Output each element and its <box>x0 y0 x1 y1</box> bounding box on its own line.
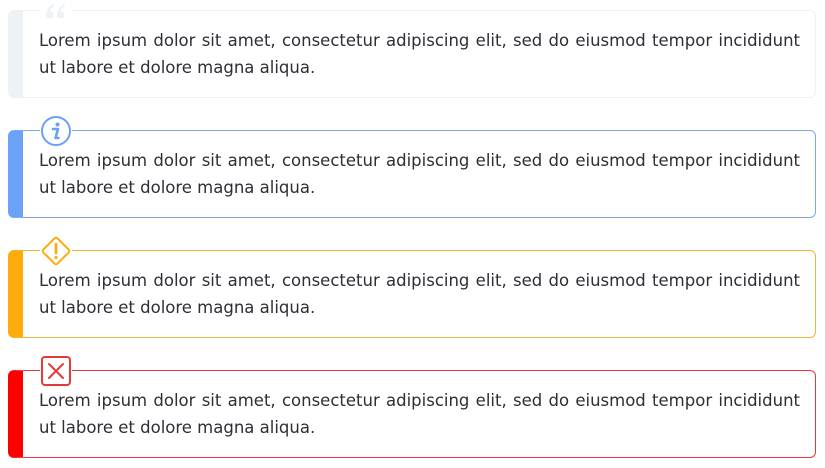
callout-text: Lorem ipsum dolor sit amet, consectetur … <box>39 31 800 77</box>
callout-text: Lorem ipsum dolor sit amet, consectetur … <box>39 271 800 317</box>
callout-text: Lorem ipsum dolor sit amet, consectetur … <box>39 391 800 437</box>
quote-callout: Lorem ipsum dolor sit amet, consectetur … <box>8 0 816 98</box>
error-icon <box>40 355 72 387</box>
quote-icon <box>40 0 72 29</box>
error-callout: Lorem ipsum dolor sit amet, consectetur … <box>8 355 816 458</box>
info-icon <box>40 115 72 147</box>
callout-text: Lorem ipsum dolor sit amet, consectetur … <box>39 151 800 197</box>
info-callout: Lorem ipsum dolor sit amet, consectetur … <box>8 115 816 218</box>
warning-icon <box>40 235 72 267</box>
warning-callout: Lorem ipsum dolor sit amet, consectetur … <box>8 235 816 338</box>
